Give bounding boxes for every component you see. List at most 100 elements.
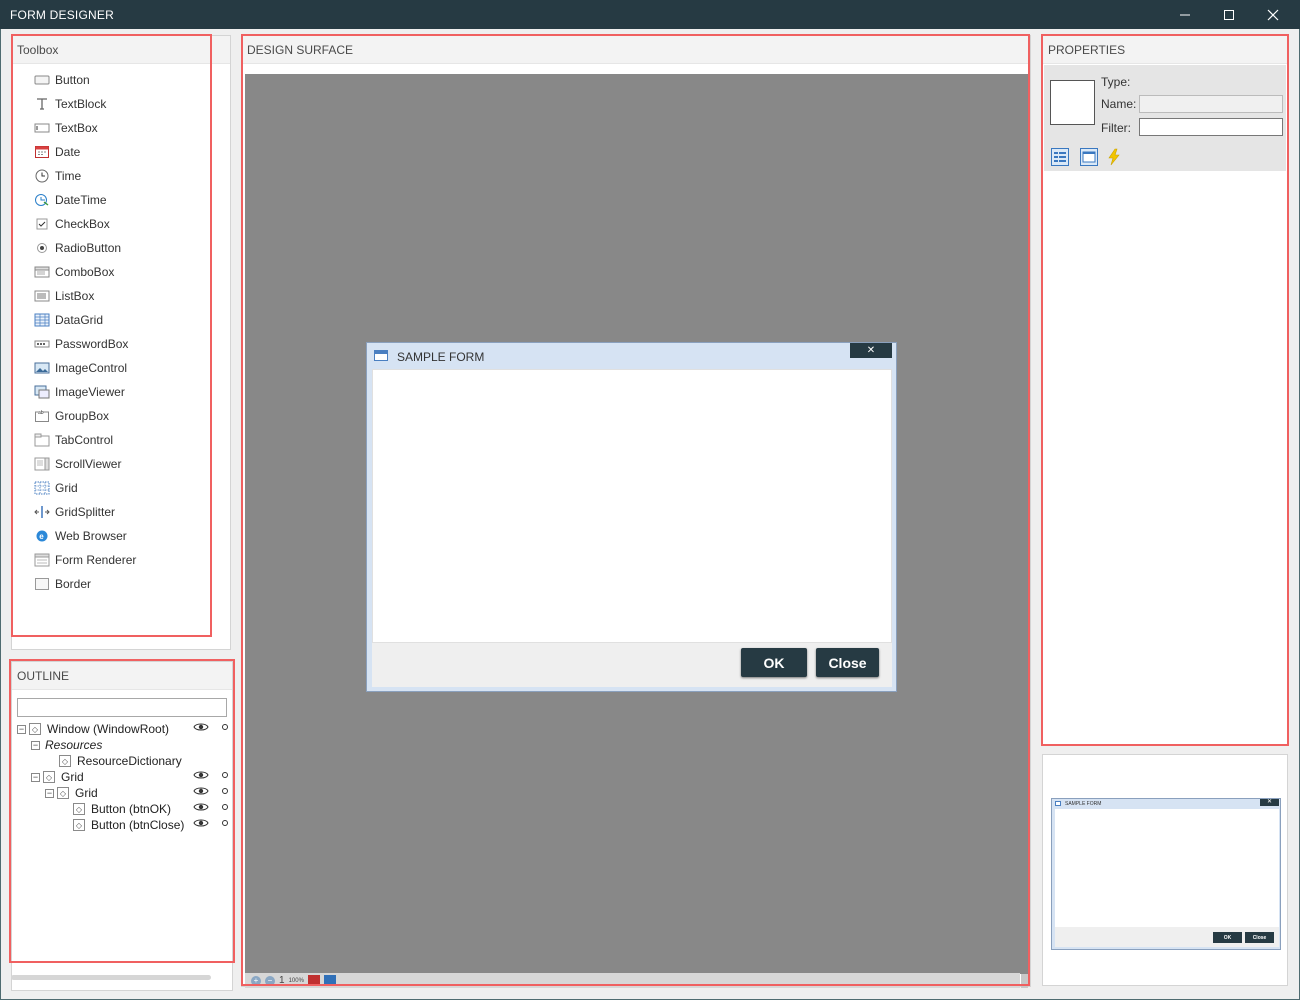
preview-panel: SAMPLE FORM ✕ OK Close bbox=[1042, 754, 1288, 986]
lock-toggle-icon[interactable] bbox=[222, 820, 228, 826]
toolbox-item-grid[interactable]: Grid bbox=[12, 476, 230, 500]
toolbox-item-imageviewer[interactable]: ImageViewer bbox=[12, 380, 230, 404]
toolbox-item-label: ScrollViewer bbox=[55, 457, 122, 471]
visibility-eye-icon[interactable] bbox=[193, 802, 209, 815]
toolbox-item-datetime[interactable]: DateTime bbox=[12, 188, 230, 212]
outline-node-label: ResourceDictionary bbox=[77, 754, 182, 768]
toolbox-item-label: Time bbox=[55, 169, 82, 183]
groupbox-icon: ab bbox=[34, 409, 50, 423]
ok-button[interactable]: OK bbox=[741, 648, 807, 677]
textbox-icon bbox=[34, 121, 50, 135]
outline-node[interactable]: ◇ Button (btnOK) bbox=[17, 801, 232, 817]
outline-node[interactable]: ◇ Button (btnClose) bbox=[17, 817, 232, 833]
toolbox-item-border[interactable]: Border bbox=[12, 572, 230, 596]
outline-node-label: Grid bbox=[61, 770, 84, 784]
outline-node[interactable]: − Resources bbox=[17, 737, 232, 753]
outline-node[interactable]: − ◇ Grid bbox=[17, 769, 232, 785]
outline-node[interactable]: ◇ ResourceDictionary bbox=[17, 753, 232, 769]
preview-form-icon bbox=[1055, 801, 1061, 806]
toolbox-item-form-renderer[interactable]: Form Renderer bbox=[12, 548, 230, 572]
toolbox-item-label: Form Renderer bbox=[55, 553, 137, 567]
zoom-out-icon[interactable]: − bbox=[265, 975, 275, 986]
sample-form-title: SAMPLE FORM bbox=[397, 350, 485, 364]
maximize-icon[interactable] bbox=[1207, 0, 1251, 29]
events-lightning-icon[interactable] bbox=[1104, 147, 1124, 167]
button-icon bbox=[34, 73, 50, 87]
checkbox-icon bbox=[34, 217, 50, 231]
toolbox-item-gridsplitter[interactable]: GridSplitter bbox=[12, 500, 230, 524]
toolbox-item-combobox[interactable]: ComboBox bbox=[12, 260, 230, 284]
element-node-icon: ◇ bbox=[59, 755, 71, 767]
visibility-eye-icon[interactable] bbox=[193, 786, 209, 799]
lock-toggle-icon[interactable] bbox=[222, 804, 228, 810]
collapse-toggle-icon[interactable]: − bbox=[31, 740, 40, 750]
minimize-icon[interactable] bbox=[1163, 0, 1207, 29]
properties-icon[interactable] bbox=[1079, 147, 1099, 167]
lock-toggle-icon[interactable] bbox=[222, 788, 228, 794]
toolbox-item-groupbox[interactable]: ab GroupBox bbox=[12, 404, 230, 428]
clock-icon bbox=[34, 169, 50, 183]
visibility-eye-icon[interactable] bbox=[193, 770, 209, 783]
toolbox-item-passwordbox[interactable]: PasswordBox bbox=[12, 332, 230, 356]
zoom-toolbar: + − 1 100% bbox=[245, 973, 1020, 988]
collapse-toggle-icon[interactable]: − bbox=[17, 724, 26, 734]
fit-to-screen-icon[interactable] bbox=[307, 975, 320, 986]
zoom-percent: 100% bbox=[288, 977, 304, 984]
toolbox-item-textbox[interactable]: TextBox bbox=[12, 116, 230, 140]
categorized-icon[interactable] bbox=[1050, 147, 1070, 167]
zoom-value: 1 bbox=[279, 975, 285, 986]
visibility-eye-icon[interactable] bbox=[193, 818, 209, 831]
filter-field[interactable] bbox=[1139, 118, 1283, 136]
toolbox-item-date[interactable]: Date bbox=[12, 140, 230, 164]
toolbox-item-tabcontrol[interactable]: TabControl bbox=[12, 428, 230, 452]
sample-form-close-icon[interactable]: ✕ bbox=[850, 343, 892, 358]
lock-toggle-icon[interactable] bbox=[222, 772, 228, 778]
window-title: FORM DESIGNER bbox=[10, 8, 114, 22]
radio-icon bbox=[34, 241, 50, 255]
toolbox-item-time[interactable]: Time bbox=[12, 164, 230, 188]
toolbox-item-datagrid[interactable]: DataGrid bbox=[12, 308, 230, 332]
datagrid-icon bbox=[34, 313, 50, 327]
preview-form[interactable]: SAMPLE FORM ✕ OK Close bbox=[1051, 798, 1281, 950]
outline-horizontal-scrollbar[interactable] bbox=[11, 975, 211, 980]
toolbox-item-radiobutton[interactable]: RadioButton bbox=[12, 236, 230, 260]
name-field[interactable] bbox=[1139, 95, 1283, 113]
toolbox-item-web-browser[interactable]: e Web Browser bbox=[12, 524, 230, 548]
toolbox-item-textblock[interactable]: TextBlock bbox=[12, 92, 230, 116]
toolbox-item-imagecontrol[interactable]: ImageControl bbox=[12, 356, 230, 380]
collapse-toggle-icon[interactable]: − bbox=[31, 772, 40, 782]
outline-search-input[interactable] bbox=[17, 698, 227, 717]
visibility-eye-icon[interactable] bbox=[193, 722, 209, 735]
toolbox-item-label: DateTime bbox=[55, 193, 107, 207]
outline-node-label: Window (WindowRoot) bbox=[47, 722, 170, 736]
name-label: Name: bbox=[1101, 97, 1137, 111]
element-node-icon: ◇ bbox=[73, 803, 85, 815]
toolbox-item-scrollviewer[interactable]: ScrollViewer bbox=[12, 452, 230, 476]
toolbox-header: Toolbox bbox=[12, 36, 230, 64]
design-vertical-scrollbar[interactable] bbox=[1021, 974, 1028, 988]
close-icon[interactable] bbox=[1251, 0, 1295, 29]
sample-form-body[interactable] bbox=[372, 369, 892, 643]
element-node-icon: ◇ bbox=[29, 723, 41, 735]
outline-header: OUTLINE bbox=[12, 662, 232, 690]
app-body: Toolbox Button TextBlock TextBox Date Time Da… bbox=[0, 29, 1300, 1000]
outline-node-label: Resources bbox=[45, 738, 103, 752]
sample-form-window[interactable]: SAMPLE FORM ✕ OK Close bbox=[366, 342, 897, 692]
toolbox-item-listbox[interactable]: ListBox bbox=[12, 284, 230, 308]
toolbox-item-label: ImageControl bbox=[55, 361, 128, 375]
scrollviewer-icon bbox=[34, 457, 50, 471]
close-button[interactable]: Close bbox=[816, 648, 879, 677]
imageviewer-icon bbox=[34, 385, 50, 399]
collapse-toggle-icon[interactable]: − bbox=[45, 788, 54, 798]
passwordbox-icon bbox=[34, 337, 50, 351]
zoom-in-icon[interactable]: + bbox=[251, 975, 261, 986]
actual-size-icon[interactable] bbox=[323, 975, 336, 986]
outline-node[interactable]: − ◇ Window (WindowRoot) bbox=[17, 721, 232, 737]
outline-node[interactable]: − ◇ Grid bbox=[17, 785, 232, 801]
image-icon bbox=[34, 361, 50, 375]
toolbox-item-button[interactable]: Button bbox=[12, 68, 230, 92]
outline-node-label: Grid bbox=[75, 786, 98, 800]
toolbox-item-checkbox[interactable]: CheckBox bbox=[12, 212, 230, 236]
combobox-icon bbox=[34, 265, 50, 279]
lock-toggle-icon[interactable] bbox=[222, 724, 228, 730]
